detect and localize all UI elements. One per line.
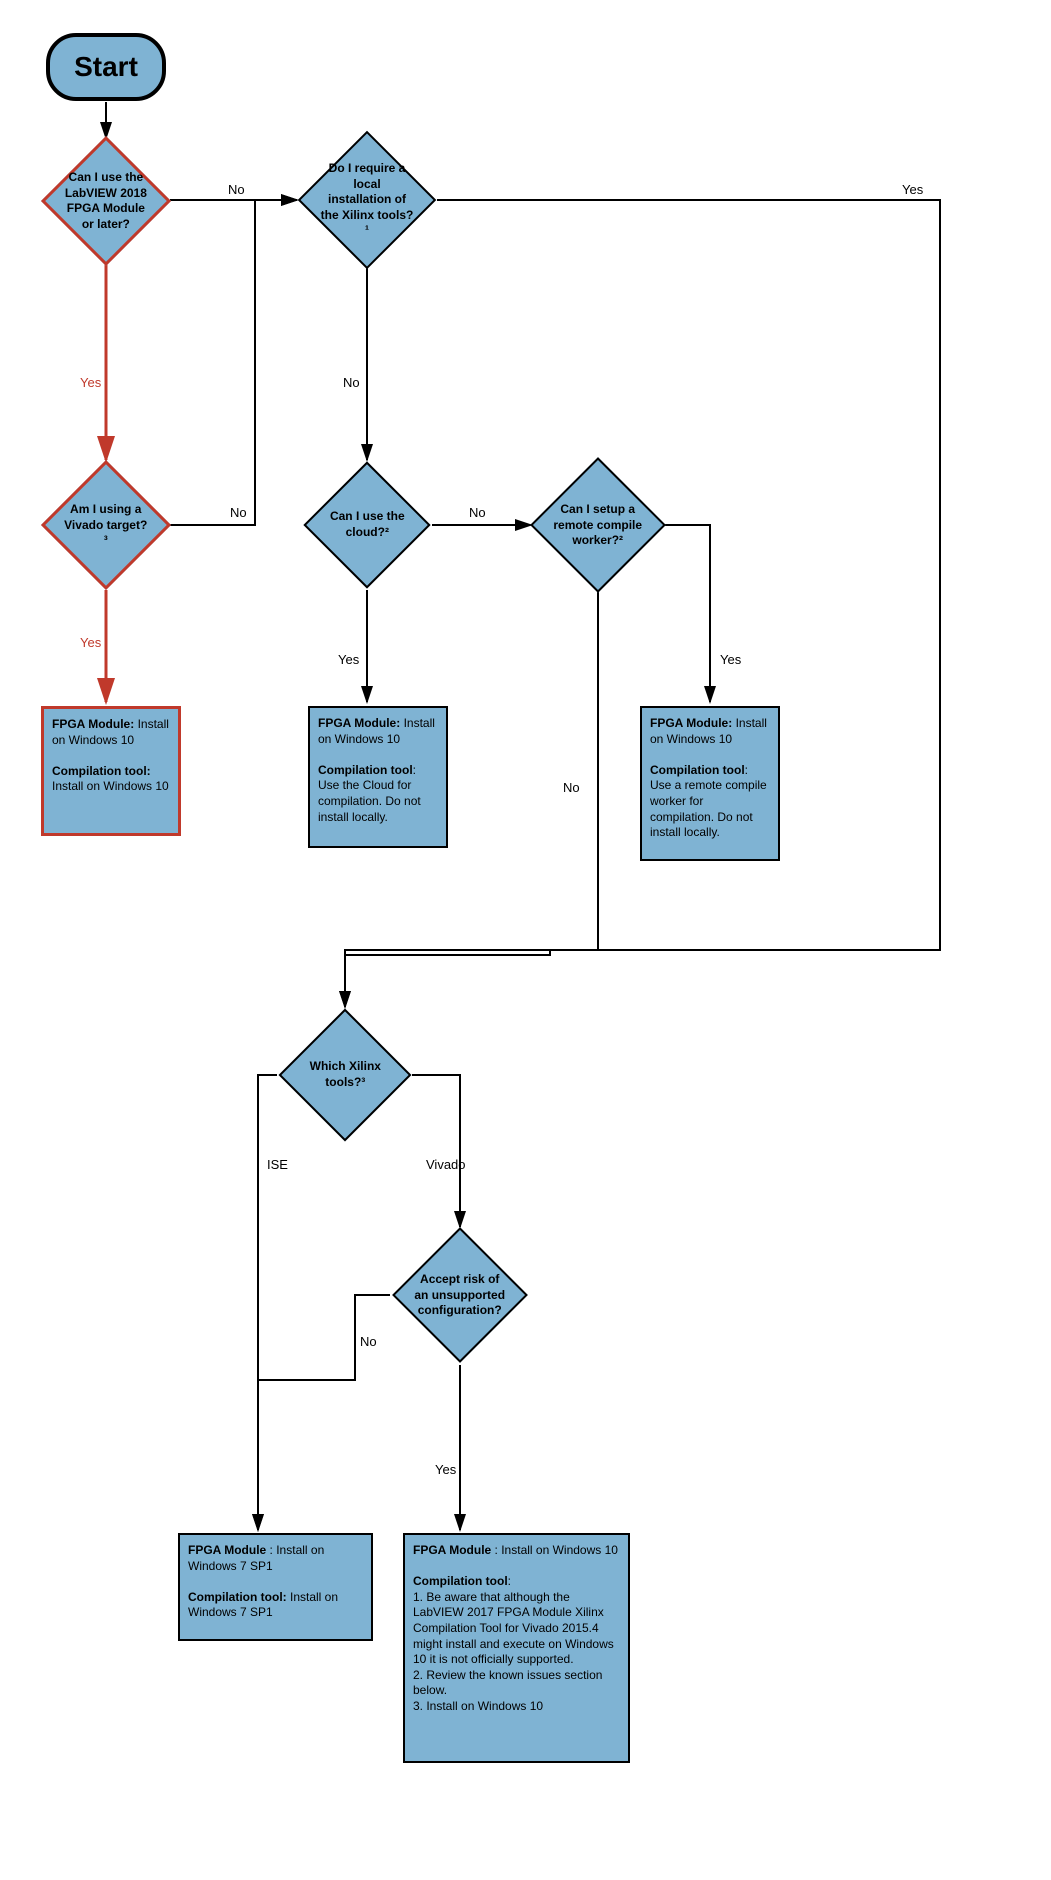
edge-label: No <box>228 182 245 197</box>
label: FPGA Module: <box>52 717 134 731</box>
label: FPGA Module: <box>318 716 400 730</box>
value: 3. Install on Windows 10 <box>413 1699 543 1713</box>
edge-label: Yes <box>80 635 101 650</box>
label: Compilation tool <box>413 1574 508 1588</box>
decision-which-xilinx: Which Xilinx tools?³ <box>279 1009 412 1142</box>
start-text: Start <box>74 49 138 85</box>
decision-remote-worker: Can I setup a remote compile worker?² <box>530 457 666 593</box>
decision-vivado-target: Am I using a Vivado target?³ <box>41 460 171 590</box>
decision-text: Can I use the LabVIEW 2018 FPGA Module o… <box>63 170 149 232</box>
result-remote-worker: FPGA Module: Install on Windows 10Compil… <box>640 706 780 861</box>
edge-label: No <box>360 1334 377 1349</box>
label: FPGA Module: <box>650 716 732 730</box>
value: : Install on Windows 10 <box>491 1543 618 1557</box>
decision-labview2018: Can I use the LabVIEW 2018 FPGA Module o… <box>41 136 171 266</box>
edge-label: Yes <box>435 1462 456 1477</box>
value: 1. Be aware that although the LabVIEW 20… <box>413 1590 614 1666</box>
label: Compilation tool <box>318 763 413 777</box>
value: 2. Review the known issues section below… <box>413 1668 602 1698</box>
decision-local-install: Do I require a local installation of the… <box>298 131 437 270</box>
result-vivado-unsupported: FPGA Module : Install on Windows 10 Compi… <box>403 1533 630 1763</box>
edge-label: No <box>469 505 486 520</box>
label: FPGA Module <box>413 1543 491 1557</box>
result-cloud: FPGA Module: Install on Windows 10Compil… <box>308 706 448 848</box>
edge-label: Yes <box>902 182 923 197</box>
edge-label: Yes <box>80 375 101 390</box>
decision-text: Can I use the cloud?² <box>324 509 410 540</box>
edge-label: No <box>343 375 360 390</box>
decision-text: Which Xilinx tools?³ <box>300 1059 390 1090</box>
result-win10-local: FPGA Module: Install on Windows 10Compil… <box>41 706 181 836</box>
value: Install on Windows 10 <box>52 779 169 793</box>
edge-label: No <box>230 505 247 520</box>
edge-label: ISE <box>267 1157 288 1172</box>
label: FPGA Module <box>188 1543 266 1557</box>
decision-text: Do I require a local installation of the… <box>320 161 414 239</box>
start-node: Start <box>46 33 166 101</box>
result-win7: FPGA Module : Install on Windows 7 SP1Co… <box>178 1533 373 1641</box>
decision-accept-risk: Accept risk of an unsupported configurat… <box>392 1227 528 1363</box>
decision-text: Can I setup a remote compile worker?² <box>552 502 644 549</box>
label: Compilation tool <box>650 763 745 777</box>
decision-cloud: Can I use the cloud?² <box>303 461 430 588</box>
decision-text: Am I using a Vivado target?³ <box>63 502 149 549</box>
label: Compilation tool: <box>188 1590 287 1604</box>
decision-text: Accept risk of an unsupported configurat… <box>414 1272 506 1319</box>
edge-label: Yes <box>338 652 359 667</box>
edge-label: No <box>563 780 580 795</box>
edge-label: Yes <box>720 652 741 667</box>
label: Compilation tool: <box>52 764 151 778</box>
edge-label: Vivado <box>426 1157 466 1172</box>
